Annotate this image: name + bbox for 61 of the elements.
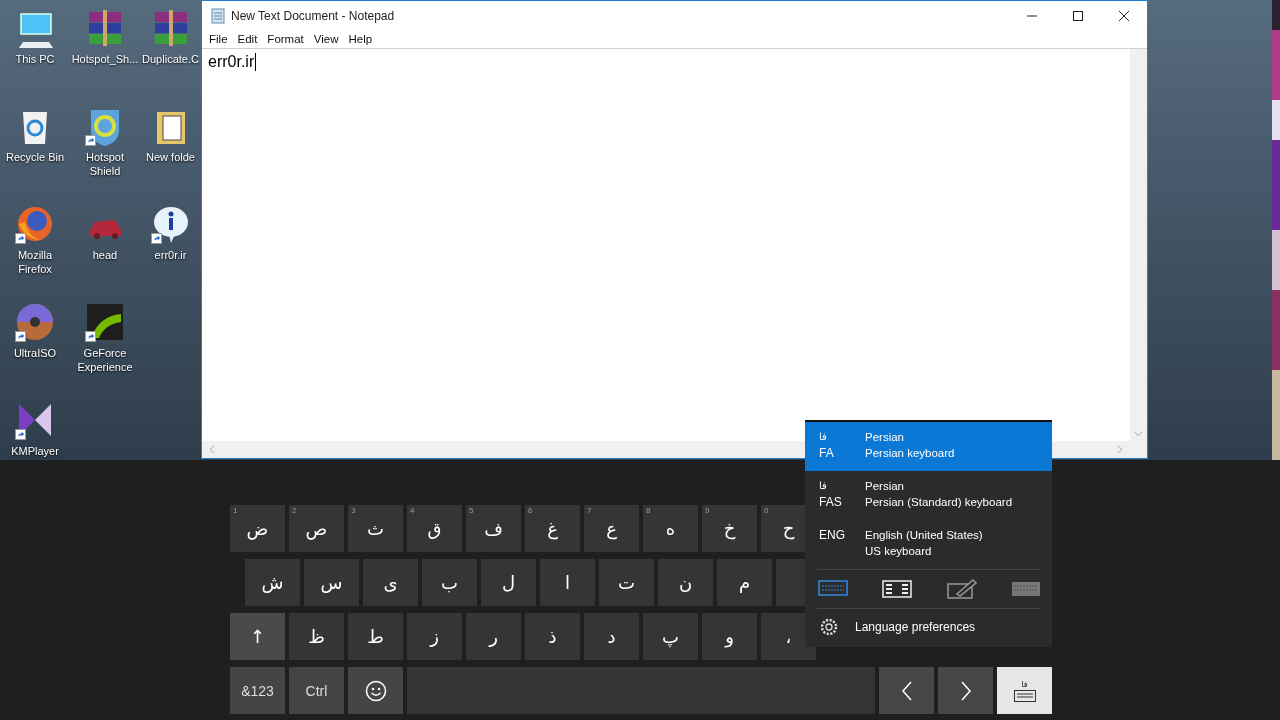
language-name: Persian bbox=[865, 479, 905, 494]
icon-label[interactable]: head bbox=[71, 248, 139, 262]
keyboard-key[interactable]: د bbox=[584, 613, 639, 660]
keyboard-key[interactable]: و bbox=[702, 613, 757, 660]
language-glyph: فا bbox=[819, 479, 828, 493]
keyboard-layout: US keyboard bbox=[865, 544, 933, 559]
number-hint: 5 bbox=[469, 506, 474, 515]
language-code: FAS bbox=[819, 494, 843, 510]
icon-label[interactable]: Hotspot Shield bbox=[71, 150, 139, 178]
number-hint: 8 bbox=[646, 506, 651, 515]
keyboard-layout: Persian keyboard bbox=[865, 446, 955, 461]
keyboard-key[interactable]: ظ bbox=[289, 613, 344, 660]
keyboard-key[interactable]: ز bbox=[407, 613, 462, 660]
function-key[interactable]: Ctrl bbox=[289, 667, 344, 714]
shift-key[interactable]: ↑ bbox=[230, 613, 285, 660]
keyboard-key[interactable]: ر bbox=[466, 613, 521, 660]
number-hint: 9 bbox=[705, 506, 710, 515]
language-code: ENG bbox=[819, 527, 846, 543]
icon-label[interactable]: UltraISO bbox=[1, 346, 69, 360]
menu-item[interactable]: Help bbox=[343, 33, 378, 45]
icon-label[interactable]: New folde bbox=[140, 150, 201, 164]
keyboard-key[interactable]: م bbox=[717, 559, 772, 606]
keyboard-key[interactable]: ی bbox=[363, 559, 418, 606]
keyboard-key[interactable]: ذ bbox=[525, 613, 580, 660]
keyboard-key[interactable]: ل bbox=[481, 559, 536, 606]
icon-label[interactable]: KMPlayer bbox=[1, 444, 69, 458]
number-hint: 3 bbox=[351, 506, 356, 515]
keyboard-key[interactable]: س bbox=[304, 559, 359, 606]
language-code: FA bbox=[819, 445, 835, 461]
keyboard-key[interactable]: ا bbox=[540, 559, 595, 606]
icon-label[interactable]: Duplicate.C bbox=[140, 52, 201, 66]
number-hint: 4 bbox=[410, 506, 415, 515]
icon-label[interactable]: Hotspot_Sh... bbox=[71, 52, 139, 66]
number-hint: 0 bbox=[764, 506, 769, 515]
number-hint: 7 bbox=[587, 506, 592, 515]
language-name: Persian bbox=[865, 430, 905, 445]
menu-item[interactable]: Edit bbox=[232, 33, 263, 45]
number-hint: 1 bbox=[233, 506, 238, 515]
keyboard-layout: Persian (Standard) keyboard bbox=[865, 495, 1013, 510]
icon-label[interactable]: Recycle Bin bbox=[1, 150, 69, 164]
number-hint: 6 bbox=[528, 506, 533, 515]
keyboard-key[interactable]: ش bbox=[245, 559, 300, 606]
menu-item[interactable]: Format bbox=[262, 33, 309, 45]
function-key[interactable]: &123 bbox=[230, 667, 285, 714]
keyboard-switch-button[interactable]: فا bbox=[997, 667, 1052, 714]
keyboard-key[interactable]: ت bbox=[599, 559, 654, 606]
menu-item[interactable]: View bbox=[308, 33, 344, 45]
document-text: err0r.ir bbox=[208, 53, 255, 71]
menu-item[interactable]: File bbox=[204, 33, 233, 45]
language-name: English (United States) bbox=[865, 528, 983, 543]
icon-label[interactable]: This PC bbox=[1, 52, 69, 66]
number-hint: 2 bbox=[292, 506, 297, 515]
icon-label[interactable]: err0r.ir bbox=[140, 248, 201, 262]
language-glyph: فا bbox=[819, 430, 828, 444]
icon-label[interactable]: Mozilla Firefox bbox=[1, 248, 69, 276]
window-title: New Text Document - Notepad bbox=[231, 8, 396, 23]
icon-label[interactable]: GeForce Experience bbox=[71, 346, 139, 374]
keyboard-key[interactable]: ب bbox=[422, 559, 477, 606]
keyboard-key[interactable]: ن bbox=[658, 559, 713, 606]
keyboard-key[interactable]: پ bbox=[643, 613, 698, 660]
keyboard-key[interactable]: ط bbox=[348, 613, 403, 660]
